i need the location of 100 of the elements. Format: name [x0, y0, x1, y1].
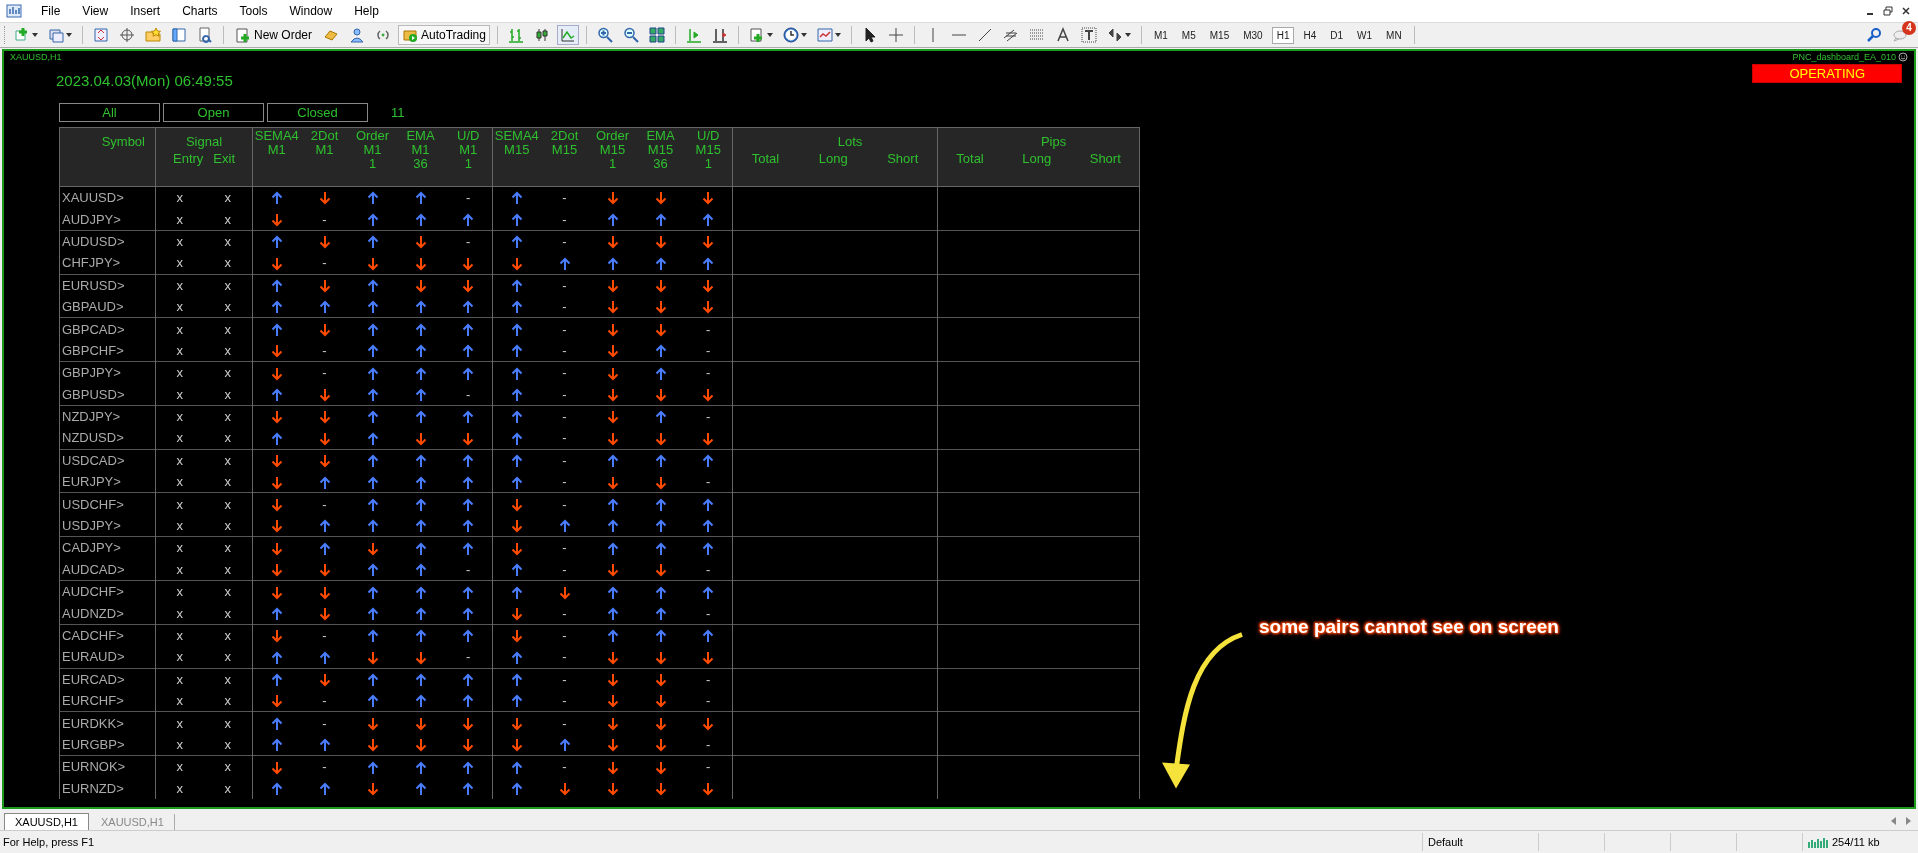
- symbol-link[interactable]: EURJPY>: [62, 474, 121, 490]
- symbol-link[interactable]: EURNZD>: [62, 780, 124, 796]
- signal-text: -: [562, 452, 567, 468]
- signal-text: -: [562, 671, 567, 687]
- column-header: Long: [1022, 151, 1052, 166]
- symbol-link[interactable]: AUDNZD>: [62, 605, 124, 621]
- symbol-link[interactable]: XAUUSD>: [62, 190, 124, 206]
- symbol-link[interactable]: NZDJPY>: [62, 409, 121, 425]
- new-order-button[interactable]: New Order: [231, 25, 316, 45]
- symbol-link[interactable]: EURCHF>: [62, 693, 124, 709]
- entry-cell: x: [176, 759, 183, 775]
- signal-text: -: [706, 605, 711, 621]
- column-header: Order M15 1: [594, 128, 631, 171]
- signal-text: -: [706, 693, 711, 709]
- symbol-link[interactable]: GBPJPY>: [62, 365, 121, 381]
- entry-cell: x: [176, 671, 183, 687]
- timeframe-button[interactable]: M1: [1148, 26, 1173, 44]
- symbol-link[interactable]: EURDKK>: [62, 715, 124, 731]
- timeframe-button[interactable]: H4: [1298, 26, 1322, 44]
- menu-item[interactable]: File: [32, 4, 70, 18]
- signal-text: -: [706, 409, 711, 425]
- entry-cell: x: [176, 474, 183, 490]
- symbol-link[interactable]: EURNOK>: [62, 759, 126, 775]
- entry-cell: x: [176, 386, 183, 402]
- symbol-link[interactable]: USDCHF>: [62, 496, 124, 512]
- filter-button[interactable]: Closed: [267, 103, 368, 122]
- menu-item[interactable]: Tools: [230, 4, 277, 18]
- signal-text: -: [322, 496, 327, 512]
- signal-text: -: [562, 561, 567, 577]
- symbol-link[interactable]: NZDUSD>: [62, 430, 124, 446]
- column-header: Short: [887, 151, 919, 166]
- timeframe-button[interactable]: W1: [1352, 26, 1378, 44]
- signal-text: -: [466, 561, 471, 577]
- timeframe-button[interactable]: D1: [1325, 26, 1349, 44]
- exit-cell: x: [224, 605, 231, 621]
- menu-item[interactable]: Insert: [121, 4, 170, 18]
- menu-item[interactable]: View: [73, 4, 118, 18]
- line-chart-icon[interactable]: [556, 25, 579, 45]
- signal-text: -: [706, 736, 711, 752]
- timeframe-button[interactable]: H1: [1271, 26, 1295, 44]
- entry-cell: x: [176, 605, 183, 621]
- entry-cell: x: [176, 715, 183, 731]
- symbol-link[interactable]: GBPCHF>: [62, 342, 124, 358]
- search-icon[interactable]: [1866, 27, 1882, 43]
- timeframe-button[interactable]: M30: [1238, 26, 1268, 44]
- symbol-link[interactable]: EURGBP>: [62, 736, 125, 752]
- scroll-right-icon[interactable]: [1905, 817, 1911, 825]
- timeframe-button[interactable]: MN: [1381, 26, 1407, 44]
- autotrading-button[interactable]: AutoTrading: [398, 25, 490, 45]
- menu-item[interactable]: Window: [280, 4, 342, 18]
- menu-item[interactable]: Help: [345, 4, 388, 18]
- timeframe-button[interactable]: M5: [1176, 26, 1201, 44]
- symbol-link[interactable]: GBPUSD>: [62, 386, 125, 402]
- filter-button[interactable]: Open: [163, 103, 264, 122]
- signal-text: -: [706, 474, 711, 490]
- symbol-link[interactable]: USDJPY>: [62, 518, 121, 534]
- exit-cell: x: [224, 715, 231, 731]
- signal-text: -: [562, 649, 567, 665]
- scroll-left-icon[interactable]: [1891, 817, 1897, 825]
- exit-cell: x: [224, 386, 231, 402]
- signal-text: -: [706, 342, 711, 358]
- symbol-link[interactable]: CADJPY>: [62, 540, 121, 556]
- exit-cell: x: [224, 365, 231, 381]
- signal-text: -: [562, 277, 567, 293]
- star-folder-icon[interactable]: [142, 25, 164, 45]
- menu-item[interactable]: Charts: [173, 4, 227, 18]
- symbol-link[interactable]: USDCAD>: [62, 452, 125, 468]
- exit-cell: x: [224, 584, 231, 600]
- symbol-link[interactable]: CHFJPY>: [62, 255, 121, 271]
- symbol-link[interactable]: EURUSD>: [62, 277, 125, 293]
- chart-tab[interactable]: XAUUSD,H1: [4, 813, 89, 830]
- signal-text: -: [562, 233, 567, 249]
- exit-cell: x: [224, 474, 231, 490]
- close-icon[interactable]: [1900, 5, 1912, 17]
- chat-icon[interactable]: [1892, 27, 1908, 43]
- symbol-link[interactable]: EURAUD>: [62, 649, 125, 665]
- entry-cell: x: [176, 321, 183, 337]
- symbol-link[interactable]: AUDCHF>: [62, 584, 124, 600]
- annotation-text: some pairs cannot see on screen: [1259, 616, 1559, 638]
- column-header: U/D M1 1: [456, 128, 481, 171]
- signal-text: -: [466, 649, 471, 665]
- symbol-link[interactable]: GBPCAD>: [62, 321, 125, 337]
- signal-text: -: [322, 211, 327, 227]
- filter-button[interactable]: All: [59, 103, 160, 122]
- signal-text: -: [562, 759, 567, 775]
- symbol-link[interactable]: AUDJPY>: [62, 211, 121, 227]
- symbol-link[interactable]: AUDUSD>: [62, 233, 125, 249]
- symbol-link[interactable]: AUDCAD>: [62, 561, 125, 577]
- symbol-link[interactable]: GBPAUD>: [62, 299, 124, 315]
- timeframe-button[interactable]: M15: [1204, 26, 1235, 44]
- notification-badge: 4: [1902, 21, 1916, 35]
- exit-cell: x: [224, 780, 231, 796]
- exit-cell: x: [224, 299, 231, 315]
- symbol-link[interactable]: EURCAD>: [62, 671, 125, 687]
- restore-icon[interactable]: [1882, 5, 1894, 17]
- column-header: 2Dot M15: [549, 128, 580, 157]
- exit-cell: x: [224, 211, 231, 227]
- signal-text: -: [706, 561, 711, 577]
- exit-cell: x: [224, 452, 231, 468]
- symbol-link[interactable]: CADCHF>: [62, 628, 124, 643]
